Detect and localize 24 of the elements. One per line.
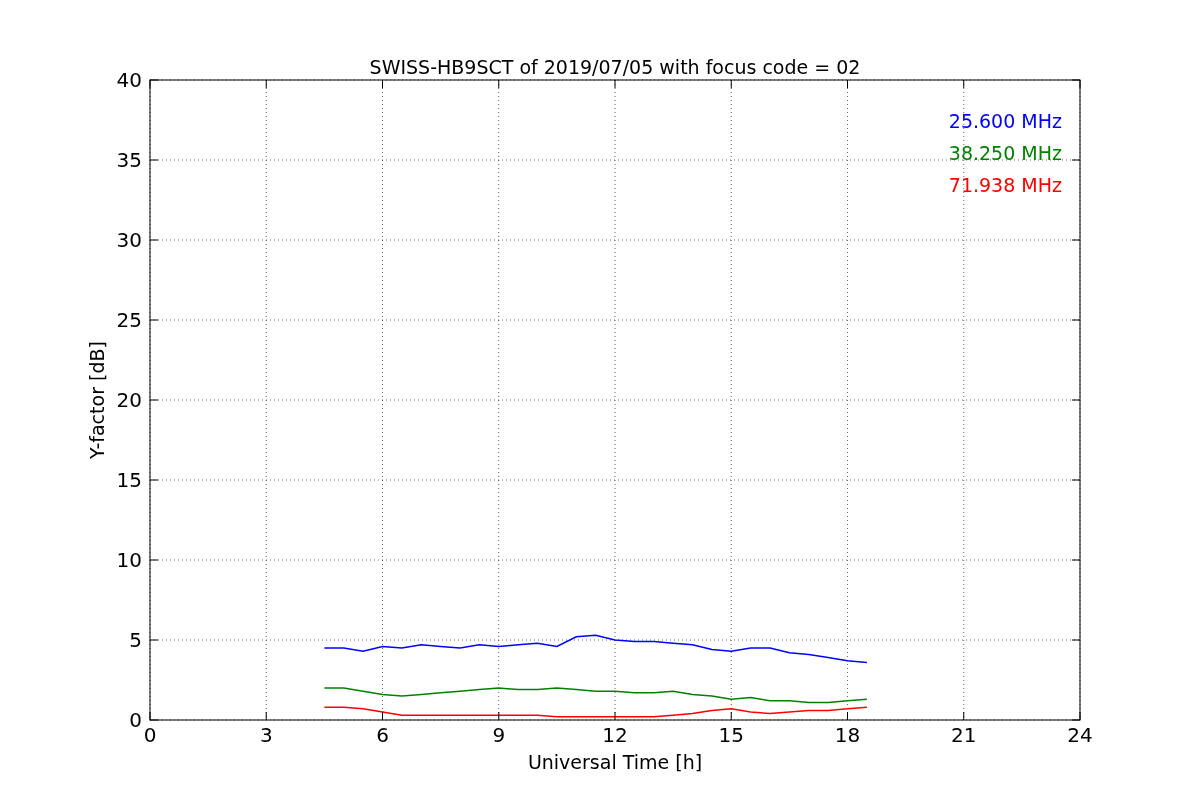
chart-title: SWISS-HB9SCT of 2019/07/05 with focus code = 02 bbox=[369, 56, 861, 78]
y-axis-label: Y-factor [dB] bbox=[86, 341, 108, 459]
y-tick-label: 15 bbox=[116, 468, 142, 492]
y-tick-label: 35 bbox=[116, 148, 142, 172]
x-tick-label: 0 bbox=[143, 723, 157, 747]
x-tick-label: 15 bbox=[718, 723, 744, 747]
y-tick-label: 25 bbox=[116, 308, 142, 332]
y-tick-label: 30 bbox=[116, 228, 142, 252]
x-tick-label: 3 bbox=[259, 723, 273, 747]
legend-label: 25.600 MHz bbox=[948, 110, 1062, 132]
x-tick-label: 6 bbox=[376, 723, 389, 747]
y-tick-label: 0 bbox=[129, 708, 142, 732]
y-tick-label: 40 bbox=[116, 68, 142, 92]
x-tick-label: 12 bbox=[602, 723, 628, 747]
x-tick-label: 9 bbox=[492, 723, 506, 747]
x-tick-label: 18 bbox=[834, 723, 861, 747]
x-tick-label: 21 bbox=[951, 723, 977, 747]
legend-label: 38.250 MHz bbox=[948, 142, 1062, 164]
y-tick-label: 5 bbox=[129, 628, 142, 652]
x-tick-label: 24 bbox=[1067, 723, 1093, 747]
x-axis-label: Universal Time [h] bbox=[527, 751, 703, 773]
legend-label: 71.938 MHz bbox=[948, 174, 1062, 196]
y-tick-label: 20 bbox=[116, 388, 142, 412]
y-tick-label: 10 bbox=[116, 548, 142, 572]
